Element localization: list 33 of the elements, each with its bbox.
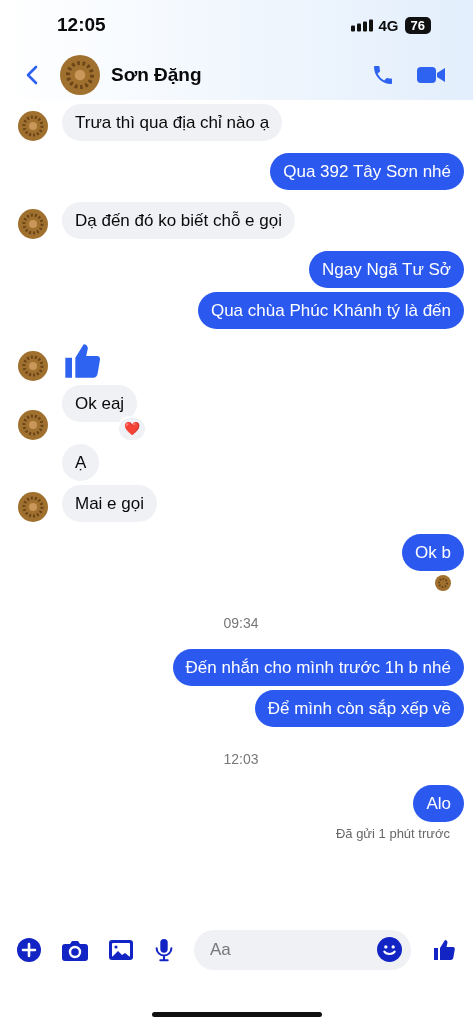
image-icon[interactable] — [108, 938, 134, 962]
add-icon[interactable] — [16, 938, 42, 962]
message-bubble: Qua chùa Phúc Khánh tý là đến — [197, 292, 464, 329]
contact-name[interactable]: Sơn Đặng — [111, 64, 349, 86]
message-bubble: Trưa thì qua địa chỉ nào ạ — [62, 104, 283, 141]
message-bubble: Ạ — [62, 444, 100, 481]
avatar[interactable] — [60, 55, 100, 95]
timestamp: 12:03 — [223, 750, 259, 769]
back-icon[interactable] — [26, 65, 38, 85]
message-bubble: Để mình còn sắp xếp về — [254, 690, 464, 727]
clock: 12:05 — [57, 14, 106, 36]
message-bubble: Mai e gọi — [62, 485, 157, 522]
phone-icon[interactable] — [371, 63, 395, 87]
camera-icon[interactable] — [62, 938, 88, 962]
timestamp: 09:34 — [223, 614, 259, 633]
emoji-icon[interactable] — [377, 937, 402, 962]
microphone-icon[interactable] — [154, 938, 174, 962]
battery-level: 76 — [404, 16, 431, 34]
message-bubble: Ok b — [402, 534, 464, 571]
message-bubble: Ngay Ngã Tư Sở — [309, 251, 464, 288]
thumbs-up-icon[interactable] — [431, 938, 457, 962]
message-bubble: Alo — [413, 785, 464, 822]
message-input[interactable]: Aa — [194, 930, 411, 970]
message-bubble: Dạ đến đó ko biết chỗ e gọi — [62, 202, 295, 239]
message-bubble: Qua 392 Tây Sơn nhé — [270, 153, 464, 190]
seen-avatar — [435, 575, 451, 591]
reaction: ❤ — [117, 416, 148, 442]
message-bubble: Đến nhắn cho mình trước 1h b nhé — [172, 649, 464, 686]
delivery-status: Đã gửi 1 phút trước — [335, 826, 450, 841]
video-camera-icon[interactable] — [417, 64, 445, 86]
network-type: 4G — [378, 16, 399, 34]
thumbs-up-icon — [62, 341, 102, 381]
signal-icon — [350, 18, 373, 32]
